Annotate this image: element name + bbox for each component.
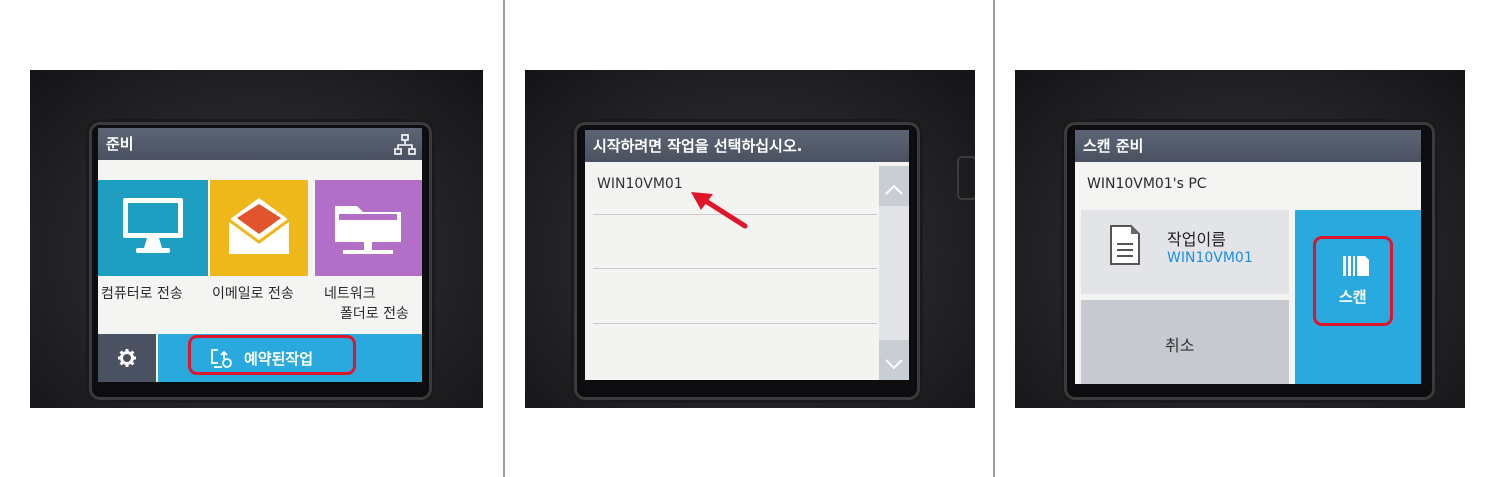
scroll-down-button[interactable] (879, 340, 909, 380)
screen-title: 시작하려면 작업을 선택하십시오. (585, 130, 909, 162)
settings-button[interactable] (98, 334, 156, 382)
job-name-label: 작업이름 (1167, 230, 1226, 249)
send-to-network-folder-tile[interactable] (315, 180, 422, 276)
send-to-email-tile[interactable] (210, 180, 308, 276)
job-info-panel: 작업이름 WIN10VM01 (1081, 210, 1289, 294)
send-to-computer-tile[interactable] (98, 180, 208, 276)
scan-ready-screen: 스캔 준비 WIN10VM01's PC 작업이름 WIN10VM01 취소 스… (1075, 130, 1421, 384)
folder-icon (331, 196, 405, 262)
home-screen: 준비 컴퓨터로 전송 이메일로 전송 네트워크 폴더로 전송 예약된작업 (98, 128, 422, 382)
cancel-label: 취소 (1165, 336, 1195, 355)
chevron-down-icon (885, 354, 903, 373)
screen-title: 준비 (98, 128, 422, 160)
divider-left (503, 0, 505, 477)
job-list-screen: 시작하려면 작업을 선택하십시오. WIN10VM01 (585, 130, 909, 380)
printer-photo-scan-ready: 스캔 준비 WIN10VM01's PC 작업이름 WIN10VM01 취소 스… (1015, 70, 1465, 408)
chevron-up-icon (885, 180, 903, 199)
screen-title: 스캔 준비 (1075, 130, 1421, 162)
monitor-icon (120, 194, 186, 264)
job-list-item[interactable]: WIN10VM01 (597, 176, 683, 192)
list-separator (593, 268, 877, 269)
scroll-track[interactable] (879, 206, 909, 340)
network-icon (394, 134, 416, 160)
job-name: WIN10VM01 (597, 176, 683, 192)
printer-photo-home: 준비 컴퓨터로 전송 이메일로 전송 네트워크 폴더로 전송 예약된작업 (30, 70, 483, 408)
hardware-button[interactable] (957, 156, 975, 200)
cancel-button[interactable]: 취소 (1081, 300, 1289, 384)
highlight-scan-button (1313, 236, 1393, 326)
document-icon (1109, 224, 1141, 270)
list-separator (593, 323, 877, 324)
job-name-value: WIN10VM01 (1167, 250, 1253, 266)
divider-right (993, 0, 995, 477)
send-to-network-folder-label: 네트워크 (324, 286, 376, 302)
send-to-email-label: 이메일로 전송 (212, 286, 294, 302)
gear-icon (118, 349, 136, 371)
highlight-scheduled-jobs (188, 335, 356, 375)
pc-name: WIN10VM01's PC (1087, 176, 1207, 192)
printer-photo-job-list: 시작하려면 작업을 선택하십시오. WIN10VM01 (525, 70, 975, 408)
send-to-network-folder-label-line2: 폴더로 전송 (340, 306, 409, 322)
envelope-icon (225, 194, 293, 262)
send-to-computer-label: 컴퓨터로 전송 (101, 286, 183, 302)
scroll-up-button[interactable] (879, 166, 909, 206)
red-arrow-icon (687, 186, 753, 236)
